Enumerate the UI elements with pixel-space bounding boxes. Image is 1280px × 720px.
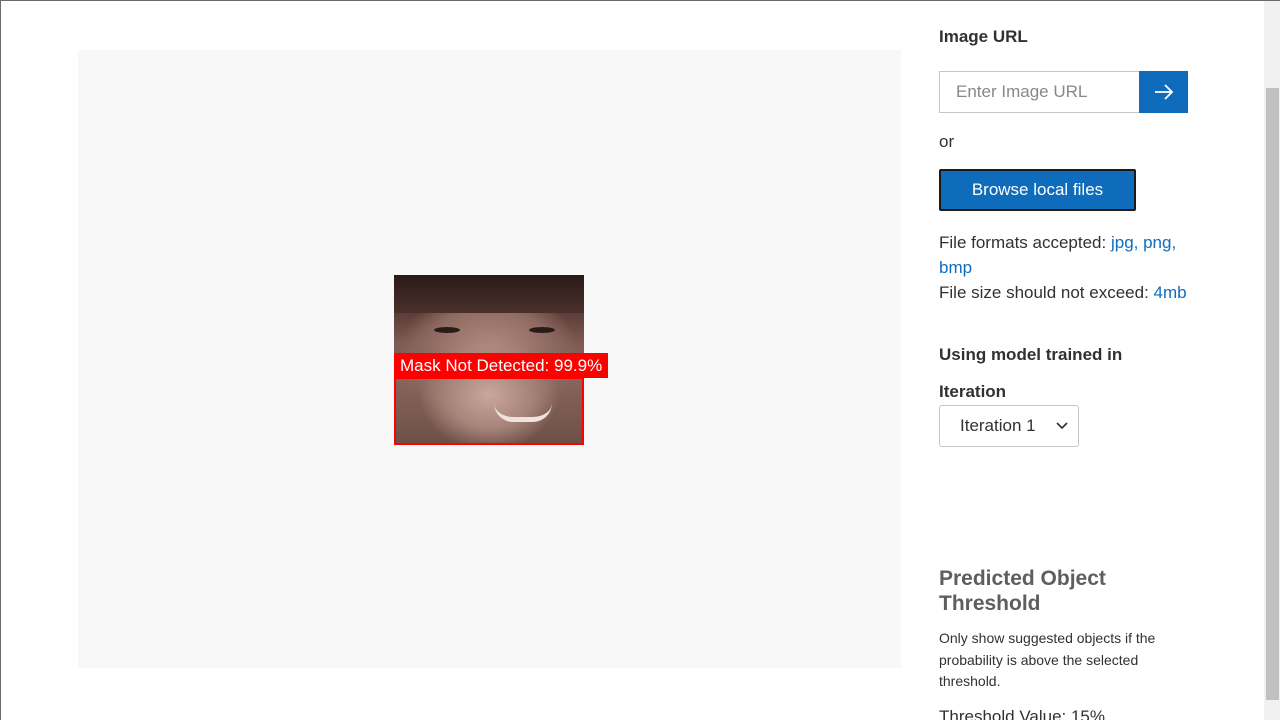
detection-label: Mask Not Detected: 99.9%: [394, 353, 609, 378]
iteration-label: Iteration: [939, 382, 1007, 401]
page: Mask Not Detected: 99.9% Image URL or Br…: [0, 0, 1280, 720]
threshold-value: Threshold Value: 15%: [939, 707, 1106, 720]
size-label: File size should not exceed:: [939, 283, 1154, 302]
formats-label: File formats accepted:: [939, 233, 1111, 252]
image-url-label: Image URL: [939, 27, 1028, 46]
submit-url-button[interactable]: [1139, 71, 1188, 113]
scrollbar-thumb[interactable]: [1266, 88, 1279, 700]
size-link[interactable]: 4mb: [1154, 283, 1187, 302]
iteration-selected-value: Iteration 1: [960, 416, 1036, 435]
model-label: Using model trained in: [939, 345, 1123, 364]
image-url-row: [939, 71, 1188, 113]
file-requirements: File formats accepted: jpg, png, bmp Fil…: [939, 230, 1199, 305]
threshold-description: Only show suggested objects if the proba…: [939, 630, 1156, 689]
image-preview-area: Mask Not Detected: 99.9%: [78, 50, 901, 668]
detection-bounding-box: [394, 377, 584, 445]
iteration-select[interactable]: Iteration 1: [939, 405, 1079, 447]
or-separator: or: [939, 132, 955, 151]
chevron-down-icon: [1056, 422, 1068, 430]
threshold-title: Predicted Object Threshold: [939, 567, 1106, 615]
image-url-input[interactable]: [939, 71, 1139, 113]
vertical-scrollbar[interactable]: [1264, 1, 1280, 720]
arrow-right-icon: [1154, 84, 1173, 100]
browse-local-files-button[interactable]: Browse local files: [939, 169, 1136, 211]
